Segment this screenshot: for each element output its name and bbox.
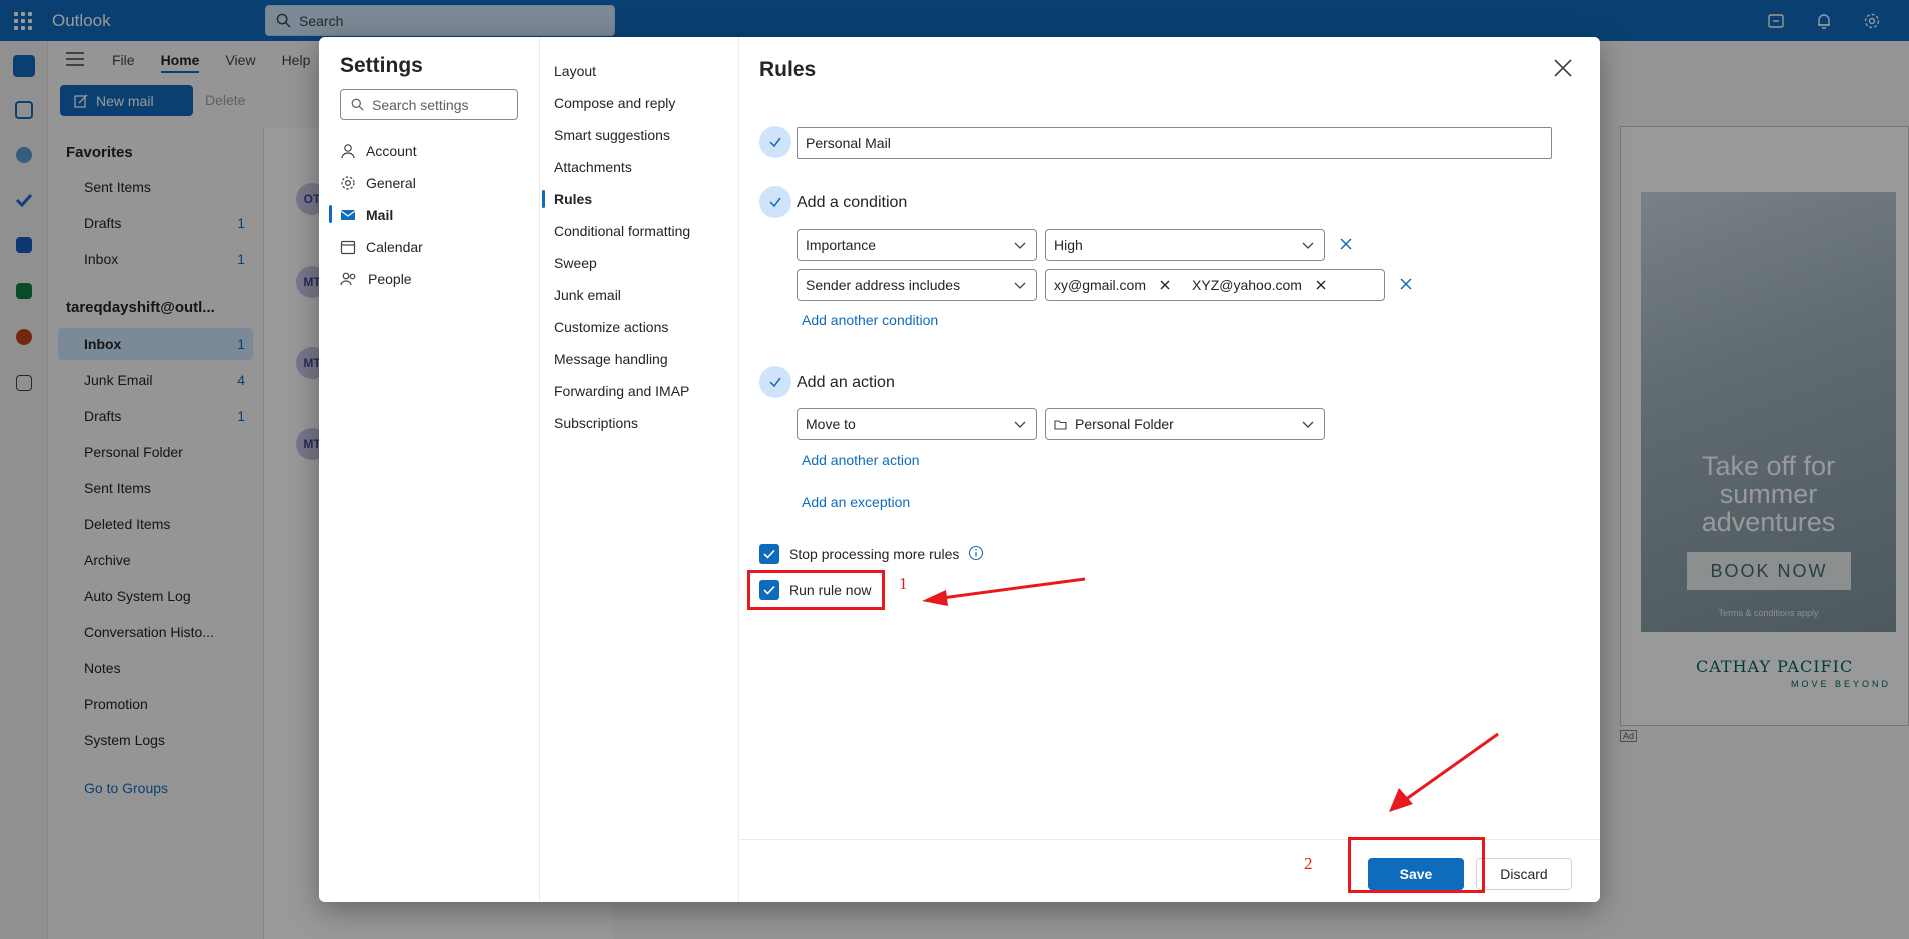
category-general[interactable]: General: [340, 169, 416, 197]
sub-conditional-formatting[interactable]: Conditional formatting: [554, 223, 690, 239]
add-exception-link[interactable]: Add an exception: [802, 494, 910, 510]
chevron-down-icon: [1014, 421, 1026, 428]
settings-search-placeholder: Search settings: [372, 96, 469, 113]
chevron-down-icon: [1302, 242, 1314, 249]
category-mail[interactable]: Mail: [340, 201, 393, 229]
calendar-icon: [340, 240, 356, 255]
category-label: People: [368, 271, 412, 287]
chevron-down-icon: [1302, 421, 1314, 428]
condition1-field-select[interactable]: Importance: [797, 229, 1037, 261]
remove-condition-icon[interactable]: [1399, 277, 1413, 291]
gear-icon: [341, 176, 355, 190]
search-icon: [351, 98, 364, 111]
email-pill-text: XYZ@yahoo.com: [1192, 277, 1302, 293]
action-field-select[interactable]: Move to: [797, 408, 1037, 440]
folder-icon: [1054, 419, 1067, 430]
step-check-icon: [759, 366, 791, 398]
selected-indicator: [329, 205, 332, 223]
condition-header: Add a condition: [797, 194, 908, 211]
step-check-icon: [759, 126, 791, 158]
sub-attachments[interactable]: Attachments: [554, 159, 632, 175]
sub-message-handling[interactable]: Message handling: [554, 351, 668, 367]
sub-sweep[interactable]: Sweep: [554, 255, 597, 271]
category-account[interactable]: Account: [340, 137, 417, 165]
settings-search-input[interactable]: Search settings: [340, 89, 518, 120]
action-folder-select[interactable]: Personal Folder: [1045, 408, 1325, 440]
remove-pill-icon[interactable]: [1316, 280, 1326, 290]
info-icon[interactable]: [968, 545, 984, 561]
select-value: High: [1054, 237, 1083, 253]
rule-name-input[interactable]: Personal Mail: [797, 127, 1552, 159]
email-pill-text: xy@gmail.com: [1054, 277, 1147, 293]
sub-forwarding-and-imap[interactable]: Forwarding and IMAP: [554, 383, 689, 399]
annotation-label-1: 1: [899, 574, 908, 593]
category-calendar[interactable]: Calendar: [340, 233, 423, 261]
settings-title: Settings: [340, 54, 423, 77]
select-value: Move to: [806, 416, 856, 432]
annotation-box-1: [747, 570, 885, 610]
discard-button[interactable]: Discard: [1476, 858, 1572, 890]
chevron-down-icon: [1014, 282, 1026, 289]
annotation-label-2: 2: [1304, 854, 1313, 873]
sub-subscriptions[interactable]: Subscriptions: [554, 415, 638, 431]
action-header: Add an action: [797, 374, 895, 391]
selected-indicator: [542, 190, 545, 208]
remove-condition-icon[interactable]: [1339, 237, 1353, 251]
stop-processing-label: Stop processing more rules: [789, 546, 960, 562]
sub-compose-and-reply[interactable]: Compose and reply: [554, 95, 675, 111]
category-label: Mail: [366, 207, 394, 223]
person-icon: [341, 144, 355, 159]
stop-processing-checkbox[interactable]: [759, 544, 779, 564]
sub-layout[interactable]: Layout: [554, 63, 596, 79]
select-value: Personal Folder: [1075, 416, 1174, 432]
category-label: Account: [366, 143, 417, 159]
sub-junk-email[interactable]: Junk email: [554, 287, 621, 303]
annotation-arrow-2: [1389, 732, 1499, 812]
sub-customize-actions[interactable]: Customize actions: [554, 319, 668, 335]
annotation-arrow-1: [922, 577, 1086, 606]
close-icon[interactable]: [1552, 57, 1574, 79]
category-people[interactable]: People: [340, 265, 412, 293]
condition1-value-select[interactable]: High: [1045, 229, 1325, 261]
chevron-down-icon: [1014, 242, 1026, 249]
email-pill: XYZ@yahoo.com: [1192, 277, 1326, 293]
people-icon: [340, 272, 356, 286]
category-label: General: [366, 175, 416, 191]
mail-icon: [340, 210, 356, 220]
add-another-action-link[interactable]: Add another action: [802, 452, 920, 468]
select-value: Sender address includes: [806, 277, 961, 293]
select-value: Importance: [806, 237, 877, 253]
condition2-field-select[interactable]: Sender address includes: [797, 269, 1037, 301]
step-check-icon: [759, 186, 791, 218]
divider: [539, 37, 540, 902]
sub-smart-suggestions[interactable]: Smart suggestions: [554, 127, 670, 143]
sub-rules[interactable]: Rules: [554, 191, 592, 207]
add-another-condition-link[interactable]: Add another condition: [802, 312, 938, 328]
category-label: Calendar: [366, 239, 423, 255]
sender-address-input[interactable]: xy@gmail.com XYZ@yahoo.com: [1045, 269, 1385, 301]
email-pill: xy@gmail.com: [1054, 277, 1170, 293]
rules-title: Rules: [759, 58, 817, 81]
remove-pill-icon[interactable]: [1160, 280, 1170, 290]
annotation-box-2: [1348, 837, 1485, 893]
